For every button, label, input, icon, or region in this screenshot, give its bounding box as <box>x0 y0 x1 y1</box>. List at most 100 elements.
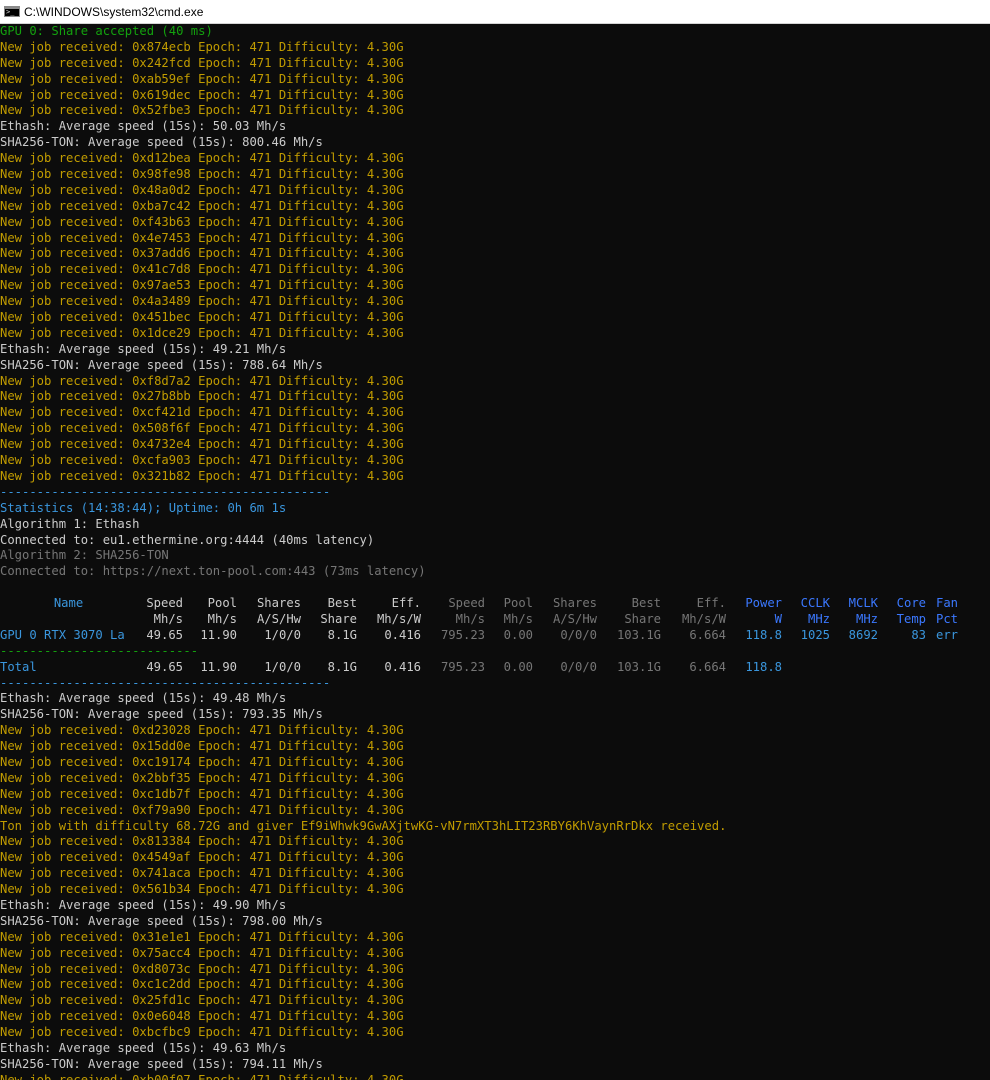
log-line: New job received: 0x37add6 Epoch: 471 Di… <box>0 246 404 261</box>
cell-mclk: MCLK <box>848 596 878 611</box>
log-line: New job received: 0xb00f07 Epoch: 471 Di… <box>0 1072 404 1080</box>
cell-best2: Best <box>631 596 661 611</box>
log-line: Ton job with difficulty 68.72G and giver… <box>0 818 727 833</box>
cell-shares: 1/0/0 <box>264 627 301 642</box>
cell-fan <box>926 660 958 676</box>
log-line: Statistics (14:38:44); Uptime: 0h 6m 1s <box>0 500 287 515</box>
cell-fan: Pct <box>935 611 958 626</box>
cell-eff: Eff. <box>391 596 421 611</box>
cell-name: GPU 0 RTX 3070 La <box>0 627 125 642</box>
log-line: New job received: 0x4e7453 Epoch: 471 Di… <box>0 230 404 245</box>
log-line: New job received: 0xab59ef Epoch: 471 Di… <box>0 71 404 86</box>
cell-best2: 103.1G <box>616 659 661 674</box>
cell-temp: Temp <box>896 611 926 626</box>
cell-pool2: 0.00 <box>503 659 533 674</box>
cell-shares: A/S/Hw <box>256 611 301 626</box>
cell-cclk: MHz <box>807 611 830 626</box>
log-line: New job received: 0x321b82 Epoch: 471 Di… <box>0 468 404 483</box>
log-line: New job received: 0xf79a90 Epoch: 471 Di… <box>0 802 404 817</box>
log-line: New job received: 0xd12bea Epoch: 471 Di… <box>0 151 404 166</box>
log-line: New job received: 0xd23028 Epoch: 471 Di… <box>0 723 404 738</box>
cell-shares2: 0/0/0 <box>560 659 597 674</box>
log-line: New job received: 0x741aca Epoch: 471 Di… <box>0 866 404 881</box>
cell-speed2: Mh/s <box>455 611 485 626</box>
table-header-units-row: Mh/s Mh/s A/S/Hw Share Mh/s/W Mh/s Mh/s A/S/Hw S… <box>0 612 990 628</box>
log-line: New job received: 0xf43b63 Epoch: 471 Di… <box>0 214 404 229</box>
cell-eff: Mh/s/W <box>376 611 421 626</box>
cell-speed: 49.65 <box>146 627 183 642</box>
log-line: New job received: 0xc1c2dd Epoch: 471 Di… <box>0 977 404 992</box>
log-line: Algorithm 1: Ethash <box>0 516 140 531</box>
cell-eff2: Mh/s/W <box>681 611 726 626</box>
cell-speed: Speed <box>146 596 183 611</box>
log-line: SHA256-TON: Average speed (15s): 798.00 … <box>0 913 323 928</box>
cell-speed2: Speed <box>448 596 485 611</box>
cell-fan: err <box>935 627 958 642</box>
log-line: New job received: 0x451bec Epoch: 471 Di… <box>0 310 404 325</box>
table-row: GPU 0 RTX 3070 La 49.65 11.90 1/0/0 8.1G 0.41… <box>0 628 990 644</box>
log-line: New job received: 0x2bbf35 Epoch: 471 Di… <box>0 770 404 785</box>
cell-speed: Mh/s <box>153 611 183 626</box>
cell-best2: 103.1G <box>616 627 661 642</box>
log-line: GPU 0: Share accepted (40 ms) <box>0 24 213 38</box>
log-line: Ethash: Average speed (15s): 49.21 Mh/s <box>0 341 287 356</box>
log-line: New job received: 0xcfa903 Epoch: 471 Di… <box>0 453 404 468</box>
log-line: New job received: 0x874ecb Epoch: 471 Di… <box>0 39 404 54</box>
cell-eff2: Eff. <box>696 596 726 611</box>
separator: --------------------------- <box>0 643 199 658</box>
log-line: Ethash: Average speed (15s): 49.48 Mh/s <box>0 691 287 706</box>
log-line: New job received: 0x27b8bb Epoch: 471 Di… <box>0 389 404 404</box>
cell-power: W <box>774 611 782 626</box>
log-line: New job received: 0x561b34 Epoch: 471 Di… <box>0 882 404 897</box>
cell-eff2: 6.664 <box>689 659 726 674</box>
log-line: New job received: 0x619dec Epoch: 471 Di… <box>0 87 404 102</box>
cell-shares2: Shares <box>552 596 597 611</box>
table-total-row: Total 49.65 11.90 1/0/0 8.1G 0.416 795.23 0.00 0… <box>0 660 990 676</box>
cell-best: 8.1G <box>327 659 357 674</box>
cell-name: Total <box>0 659 37 674</box>
log-line: New job received: 0xf8d7a2 Epoch: 471 Di… <box>0 373 404 388</box>
log-line: SHA256-TON: Average speed (15s): 800.46 … <box>0 135 323 150</box>
title-bar[interactable]: C:\WINDOWS\system32\cmd.exe <box>0 0 990 24</box>
window-title: C:\WINDOWS\system32\cmd.exe <box>24 4 204 19</box>
log-line: New job received: 0xba7c42 Epoch: 471 Di… <box>0 198 404 213</box>
cell-shares: Shares <box>256 596 301 611</box>
cell-best: Best <box>327 596 357 611</box>
cell-pool2: Mh/s <box>503 611 533 626</box>
log-line: New job received: 0x4732e4 Epoch: 471 Di… <box>0 437 404 452</box>
log-line: New job received: 0xd8073c Epoch: 471 Di… <box>0 961 404 976</box>
cell-cclk: CCLK <box>800 596 830 611</box>
cell-shares2: 0/0/0 <box>560 627 597 642</box>
log-line: New job received: 0x25fd1c Epoch: 471 Di… <box>0 993 404 1008</box>
cell-mclk <box>830 660 878 676</box>
log-line: New job received: 0x41c7d8 Epoch: 471 Di… <box>0 262 404 277</box>
cell-eff: 0.416 <box>384 659 421 674</box>
cell-shares2: A/S/Hw <box>552 611 597 626</box>
log-line: New job received: 0x31e1e1 Epoch: 471 Di… <box>0 929 404 944</box>
separator: ----------------------------------------… <box>0 675 331 690</box>
log-line: New job received: 0x48a0d2 Epoch: 471 Di… <box>0 182 404 197</box>
log-line: New job received: 0x97ae53 Epoch: 471 Di… <box>0 278 404 293</box>
table-header-row: Name Speed Pool Shares Best Eff. Speed Pool Shar… <box>0 596 990 612</box>
cell-power: 118.8 <box>745 659 782 674</box>
log-line: New job received: 0x508f6f Epoch: 471 Di… <box>0 421 404 436</box>
cell-pool2: 0.00 <box>503 627 533 642</box>
log-top: GPU 0: Share accepted (40 ms) New job rec… <box>0 24 990 580</box>
cell-speed2: 795.23 <box>440 659 485 674</box>
log-line: New job received: 0x4a3489 Epoch: 471 Di… <box>0 294 404 309</box>
log-line: SHA256-TON: Average speed (15s): 788.64 … <box>0 357 323 372</box>
log-line: New job received: 0xcf421d Epoch: 471 Di… <box>0 405 404 420</box>
cell-pool: Pool <box>207 596 237 611</box>
cell-pool: 11.90 <box>200 627 237 642</box>
log-line: SHA256-TON: Average speed (15s): 793.35 … <box>0 707 323 722</box>
cell-temp: Core <box>896 596 926 611</box>
cell-name: Name <box>53 596 84 611</box>
cell-pool2: Pool <box>503 596 533 611</box>
log-bottom: Ethash: Average speed (15s): 49.48 Mh/s S… <box>0 691 990 1080</box>
cell-mclk: 8692 <box>848 627 878 642</box>
cell-best2: Share <box>624 611 661 626</box>
log-line: New job received: 0x1dce29 Epoch: 471 Di… <box>0 325 404 340</box>
log-line: ----------------------------------------… <box>0 484 331 499</box>
console-output[interactable]: GPU 0: Share accepted (40 ms) New job rec… <box>0 24 990 1080</box>
